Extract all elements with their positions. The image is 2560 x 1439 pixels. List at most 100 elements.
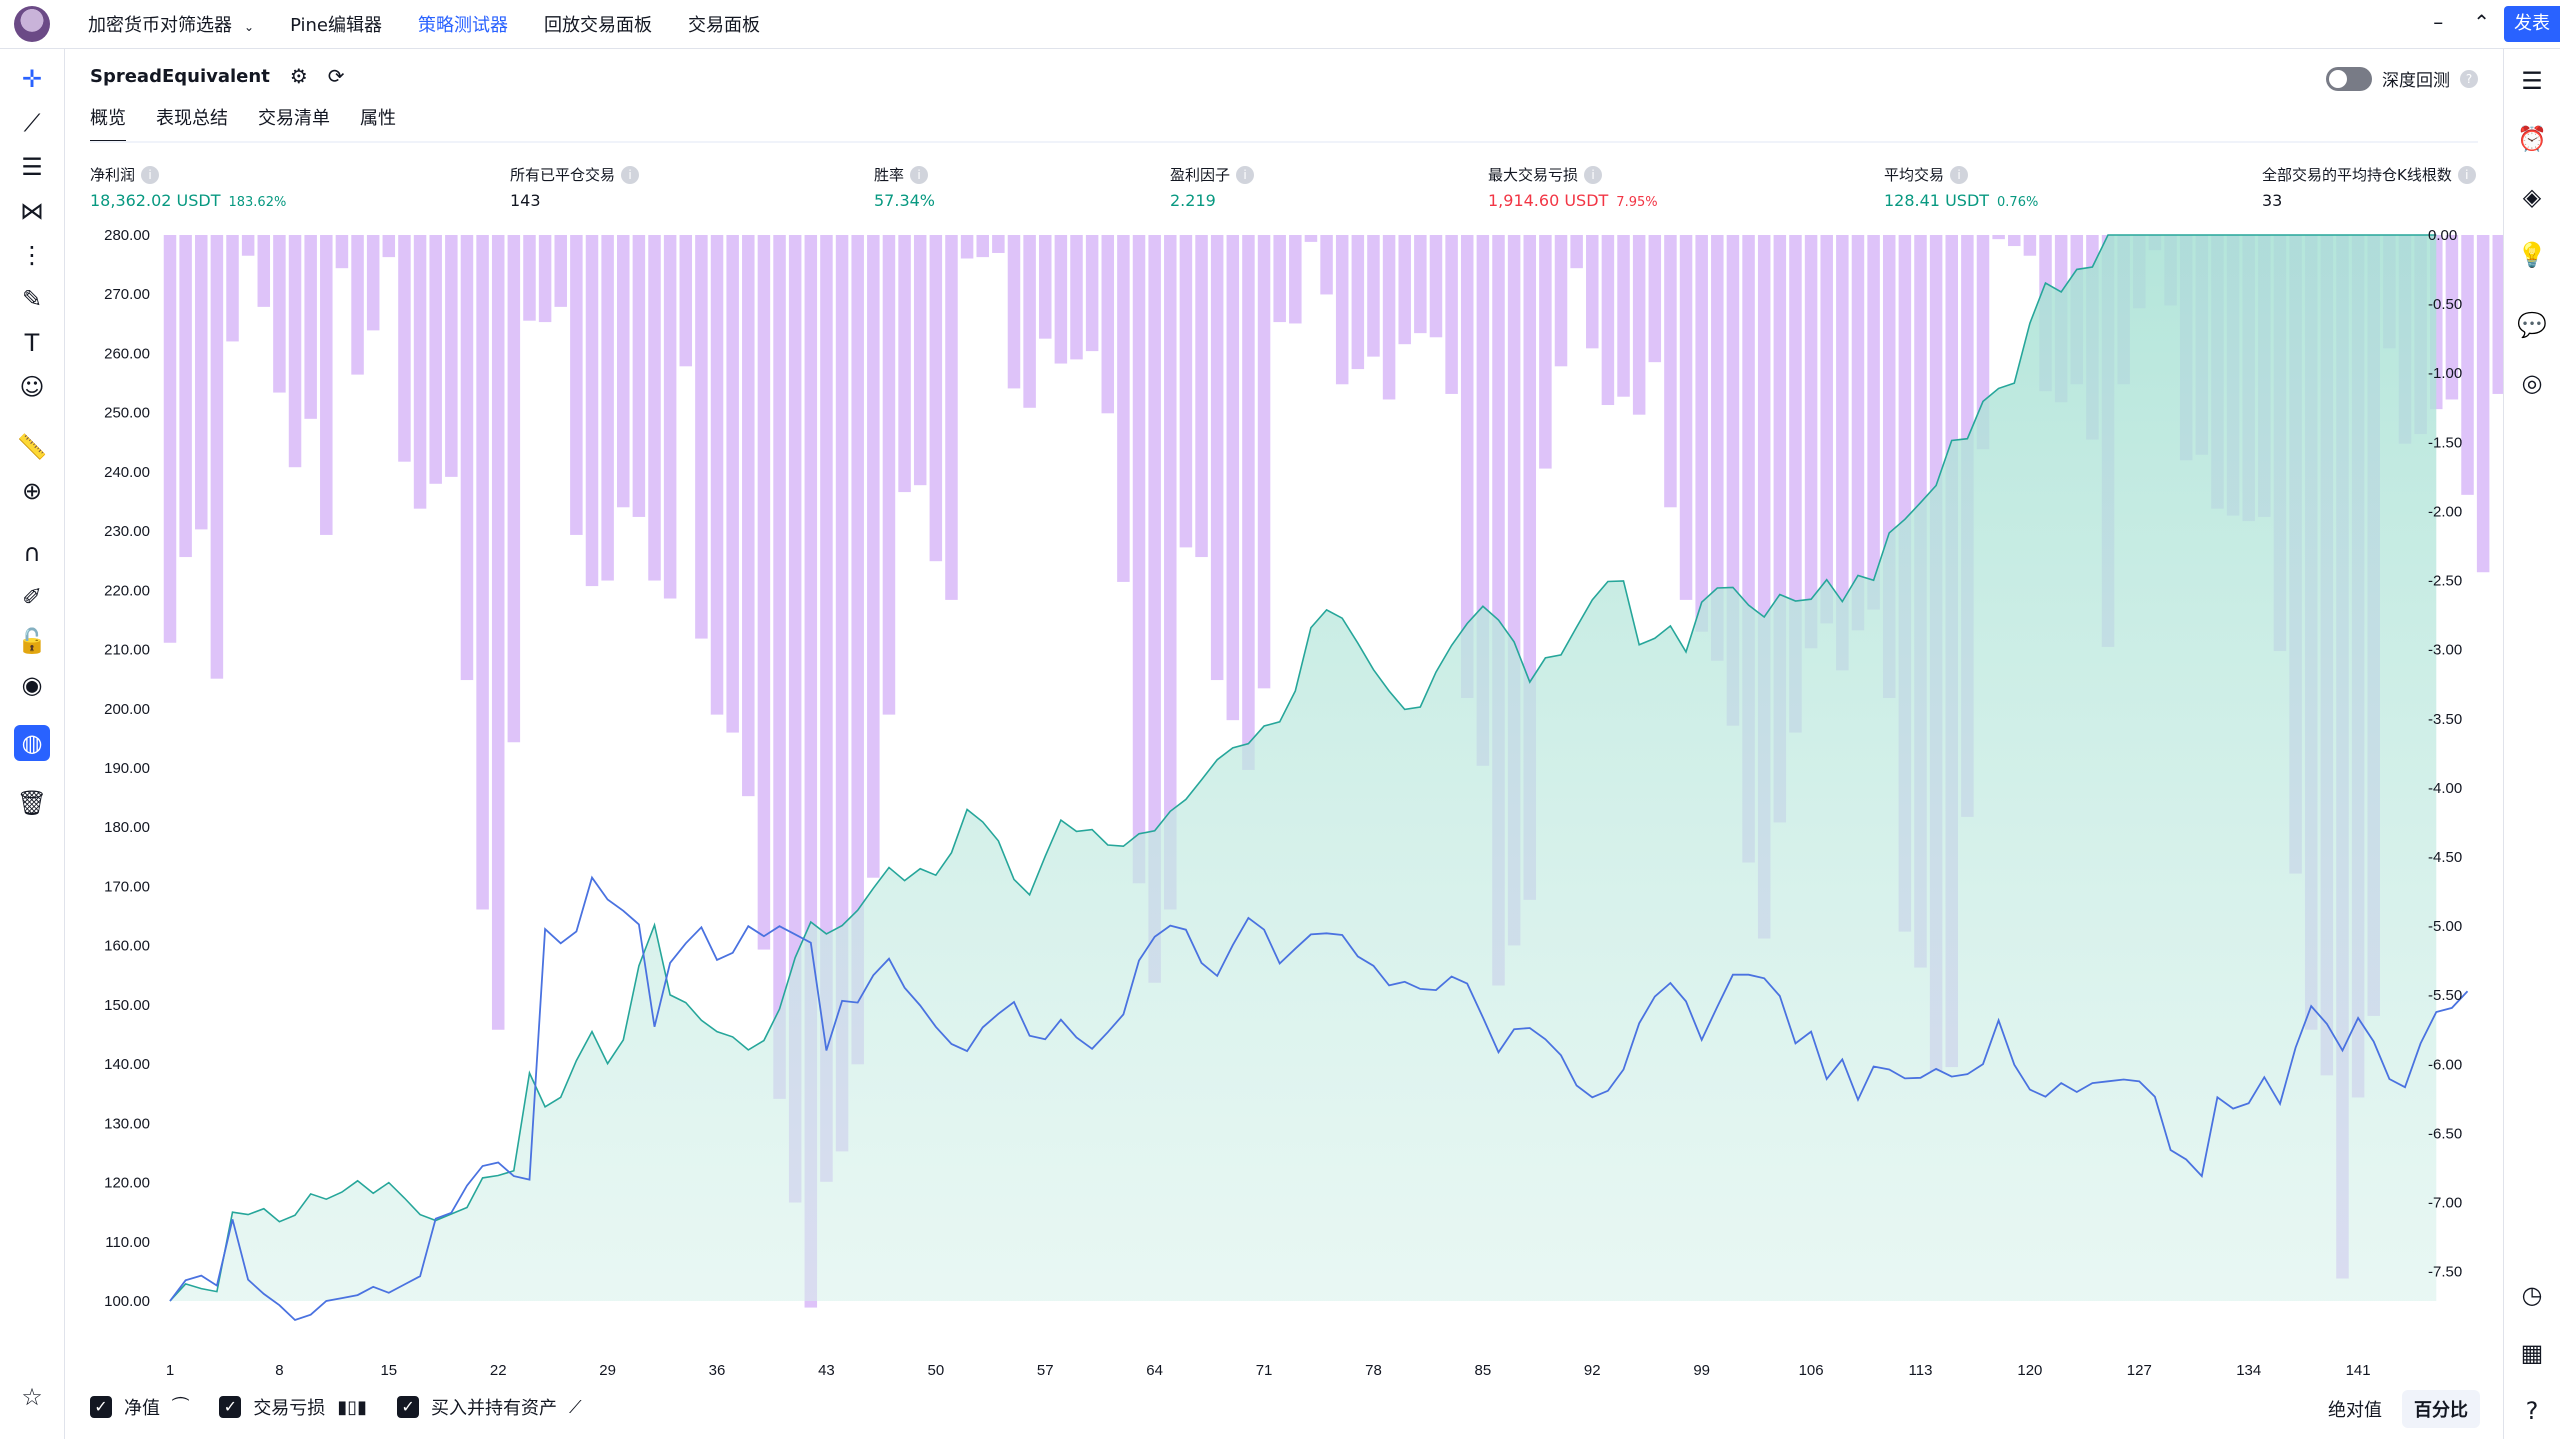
drawdown-bar xyxy=(538,235,552,323)
drawdown-bar xyxy=(195,235,208,530)
y-right-tick-label: -7.50 xyxy=(2428,1264,2462,1281)
legend-drawdown[interactable]: ✓ 交易亏损 ▮▯▮ xyxy=(219,1394,367,1420)
publish-button[interactable]: 发表 xyxy=(2504,6,2560,42)
metric-label: 胜率 xyxy=(874,166,905,184)
tab-pair-screener[interactable]: 加密货币对筛选器 ⌄ xyxy=(88,11,254,37)
y-right-tick-label: -1.00 xyxy=(2428,365,2462,382)
x-tick-label: 36 xyxy=(709,1362,726,1379)
info-icon[interactable]: i xyxy=(1584,165,1603,184)
x-tick-label: 106 xyxy=(1799,1362,1824,1379)
text-icon[interactable]: T xyxy=(14,325,50,361)
info-icon[interactable]: i xyxy=(910,165,929,184)
strategy-chart: 280.00270.00260.00250.00240.00230.00220.… xyxy=(104,227,2521,1379)
drawdown-bar xyxy=(507,235,521,743)
layers-icon[interactable]: ◈ xyxy=(2514,179,2550,215)
x-tick-label: 113 xyxy=(1909,1362,1933,1379)
y-left-tick-label: 120.00 xyxy=(104,1175,150,1192)
y-left-tick-label: 200.00 xyxy=(104,701,150,718)
refresh-icon[interactable]: ⟳ xyxy=(328,64,345,88)
x-tick-label: 78 xyxy=(1365,1362,1382,1379)
maximize-icon[interactable]: ⌃ xyxy=(2473,10,2490,34)
drawdown-bar xyxy=(1242,235,1255,770)
tab-pine-editor[interactable]: Pine编辑器 xyxy=(290,11,382,37)
y-left-tick-label: 170.00 xyxy=(104,878,150,895)
checkbox-checked-icon[interactable]: ✓ xyxy=(397,1396,420,1418)
drawdown-bar xyxy=(648,235,661,581)
brush-icon[interactable]: ✎ xyxy=(14,281,50,317)
ruler-icon[interactable]: 📏 xyxy=(14,429,50,465)
drawdown-bar xyxy=(1179,235,1193,548)
help-icon[interactable]: ? xyxy=(2460,69,2478,88)
tab-trading-panel[interactable]: 交易面板 xyxy=(688,11,760,37)
magnet-icon[interactable]: ∩ xyxy=(14,535,50,571)
drawdown-bar xyxy=(1070,235,1083,360)
globe-icon[interactable]: ◍ xyxy=(14,725,50,761)
chevron-down-icon[interactable]: ⌄ xyxy=(244,20,254,34)
watchlist-icon[interactable]: ☰ xyxy=(2514,63,2550,99)
legend-equity[interactable]: ✓ 净值 ⏜ xyxy=(90,1394,189,1420)
trash-icon[interactable]: 🗑 xyxy=(14,785,50,821)
metric-value: 33 xyxy=(2262,191,2283,210)
emoji-icon[interactable]: ☺ xyxy=(14,369,50,405)
lightbulb-icon[interactable]: 💡 xyxy=(2514,237,2550,273)
help-icon[interactable]: ? xyxy=(2514,1393,2550,1429)
info-icon[interactable]: i xyxy=(1950,165,1969,184)
x-tick-label: 1 xyxy=(166,1362,174,1379)
info-icon[interactable]: i xyxy=(621,165,640,184)
metric-label: 最大交易亏损 xyxy=(1488,166,1579,184)
drawdown-bar xyxy=(351,235,364,375)
strategy-name[interactable]: SpreadEquivalent xyxy=(90,66,270,87)
y-right-tick-label: -1.50 xyxy=(2428,434,2462,451)
tab-trade-list[interactable]: 交易清单 xyxy=(258,104,330,143)
drawdown-bar xyxy=(2461,235,2474,495)
trend-line-icon[interactable]: ⟋ xyxy=(14,105,50,141)
alarm-clock-icon[interactable]: ⏰ xyxy=(2514,121,2550,157)
y-right-tick-label: -6.00 xyxy=(2428,1056,2462,1073)
percent-button[interactable]: 百分比 xyxy=(2402,1390,2480,1428)
tab-performance-summary[interactable]: 表现总结 xyxy=(156,104,228,143)
drawdown-bar xyxy=(413,235,427,509)
pencil-lock-icon[interactable]: ✐ xyxy=(14,579,50,615)
strategy-header: SpreadEquivalent ⚙ ⟳ xyxy=(90,64,345,88)
zoom-in-icon[interactable]: ⊕ xyxy=(14,473,50,509)
info-icon[interactable]: i xyxy=(2457,165,2476,184)
metric-value: 57.34% xyxy=(874,191,936,210)
forecast-icon[interactable]: ⋮ xyxy=(14,237,50,273)
pattern-icon[interactable]: ⋈ xyxy=(14,193,50,229)
drawdown-bar xyxy=(491,235,505,1030)
speedometer-icon[interactable]: ◷ xyxy=(2514,1277,2550,1313)
tab-properties[interactable]: 属性 xyxy=(360,104,396,143)
crosshair-icon[interactable]: ✛ xyxy=(14,61,50,97)
drawdown-bar xyxy=(304,235,317,419)
drawdown-bar xyxy=(679,235,693,367)
checkbox-checked-icon[interactable]: ✓ xyxy=(219,1396,242,1418)
tab-replay-trading[interactable]: 回放交易面板 xyxy=(544,11,652,37)
y-left-tick-label: 280.00 xyxy=(104,227,150,244)
tab-strategy-tester[interactable]: 策略测试器 xyxy=(418,11,508,37)
checkbox-checked-icon[interactable]: ✓ xyxy=(90,1396,112,1418)
calendar-icon[interactable]: ▦ xyxy=(2514,1335,2550,1371)
tab-overview[interactable]: 概览 xyxy=(90,104,126,143)
drawdown-bar xyxy=(585,235,599,587)
broadcast-icon[interactable]: ◎ xyxy=(2514,365,2550,401)
drawdown-bar xyxy=(992,235,1005,253)
deep-backtest-toggle[interactable] xyxy=(2326,66,2372,91)
drawdown-bar xyxy=(1257,235,1271,689)
absolute-button[interactable]: 绝对值 xyxy=(2316,1390,2394,1428)
minimize-icon[interactable]: – xyxy=(2433,10,2443,34)
drawdown-bar xyxy=(273,235,286,393)
drawdown-bar xyxy=(1992,235,2005,240)
chat-icon[interactable]: 💬 xyxy=(2514,307,2550,343)
info-icon[interactable]: i xyxy=(141,165,160,184)
x-tick-label: 15 xyxy=(380,1362,397,1379)
avatar[interactable] xyxy=(14,6,50,42)
drawdown-bar xyxy=(1867,235,1880,610)
drawdown-bar xyxy=(335,235,349,269)
star-icon[interactable]: ☆ xyxy=(14,1379,50,1415)
fib-icon[interactable]: ☰ xyxy=(14,149,50,185)
settings-icon[interactable]: ⚙ xyxy=(290,64,308,88)
lock-icon[interactable]: 🔓 xyxy=(14,623,50,659)
legend-buyhold[interactable]: ✓ 买入并持有资产 ⟋ xyxy=(397,1394,582,1420)
info-icon[interactable]: i xyxy=(1236,165,1255,184)
eye-icon[interactable]: ◉ xyxy=(14,667,50,703)
